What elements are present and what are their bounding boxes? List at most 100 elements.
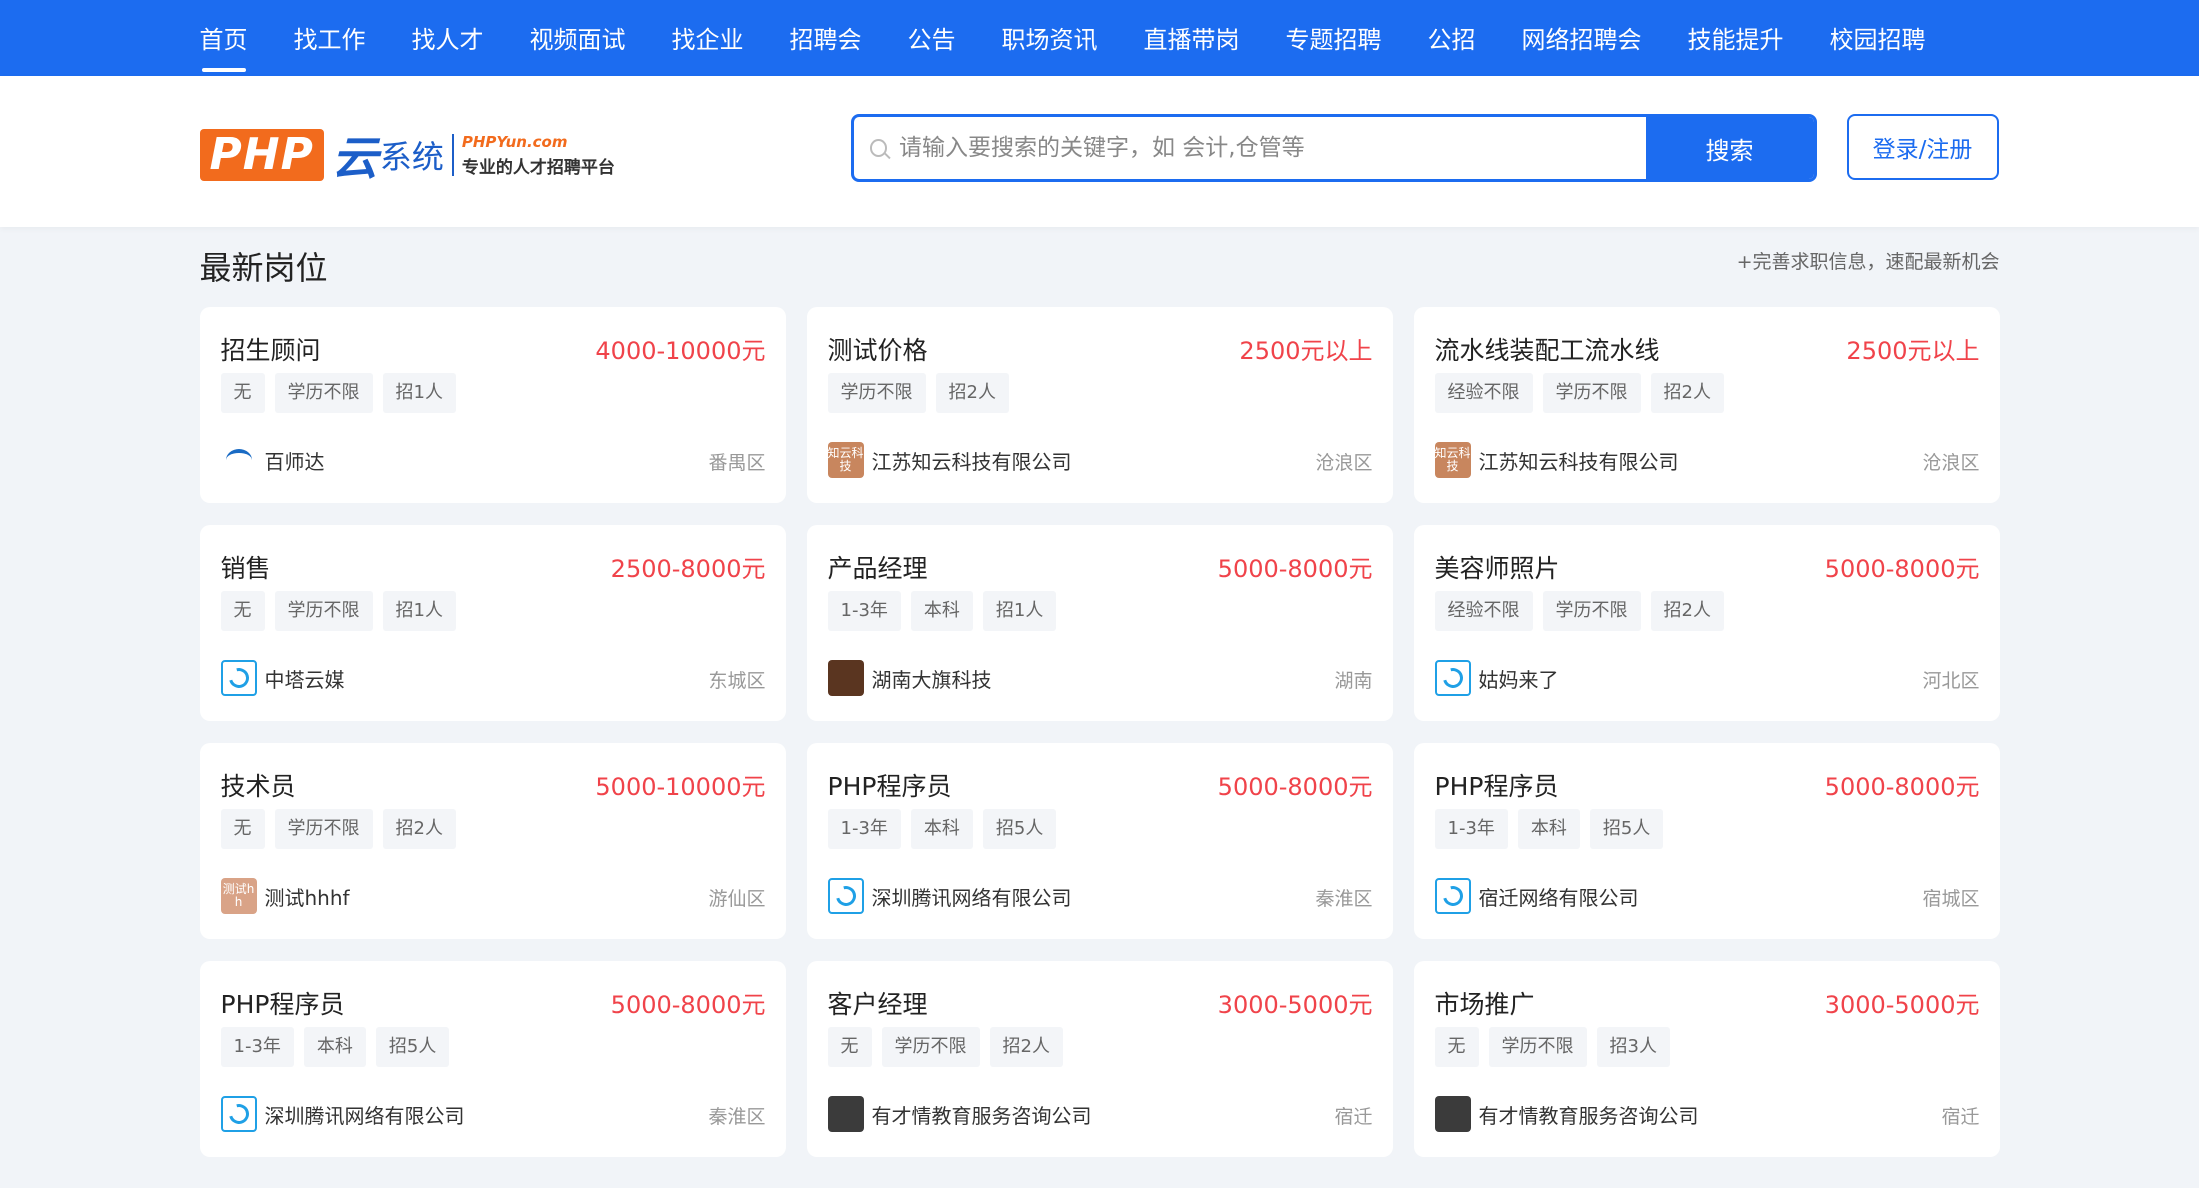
company-name[interactable]: 中塔云媒 xyxy=(265,664,345,693)
improve-profile-link[interactable]: +完善求职信息，速配最新机会 xyxy=(1737,247,2000,274)
company-name[interactable]: 湖南大旗科技 xyxy=(872,664,992,693)
nav-item-4[interactable]: 找企业 xyxy=(672,0,744,76)
nav-item-7[interactable]: 职场资讯 xyxy=(1002,0,1098,76)
job-title[interactable]: 招生顾问 xyxy=(221,331,321,367)
company-info[interactable]: 湖南大旗科技 xyxy=(827,660,992,696)
job-salary: 2500元以上 xyxy=(1846,337,1980,365)
logo-tagline: PHPYun.com 专业的人才招聘平台 xyxy=(462,133,615,178)
job-card[interactable]: PHP程序员 5000-8000元 1-3年 本科 招5人 深圳腾讯网络有限公司 秦淮区 xyxy=(199,961,786,1157)
company-name[interactable]: 宿迁网络有限公司 xyxy=(1479,882,1639,911)
job-card[interactable]: PHP程序员 5000-8000元 1-3年 本科 招5人 深圳腾讯网络有限公司 秦淮区 xyxy=(806,743,1393,939)
job-card[interactable]: 测试价格 2500元以上学历不限 招2人知云科技 江苏知云科技有限公司 沧浪区 xyxy=(806,307,1393,503)
company-name[interactable]: 姑妈来了 xyxy=(1479,664,1559,693)
job-title[interactable]: 客户经理 xyxy=(828,985,928,1021)
nav-item-6[interactable]: 公告 xyxy=(908,0,956,76)
job-title[interactable]: 美容师照片 xyxy=(1435,549,1560,585)
nav-item-1[interactable]: 找工作 xyxy=(294,0,366,76)
nav-item-3[interactable]: 视频面试 xyxy=(530,0,626,76)
company-logo-icon xyxy=(827,1096,864,1132)
company-name[interactable]: 测试hhhf xyxy=(265,882,350,911)
job-salary: 3000-5000元 xyxy=(1217,991,1373,1019)
job-salary: 5000-8000元 xyxy=(1217,773,1373,801)
job-card[interactable]: 销售 2500-8000元无学历不限 招1人 中塔云媒 东城区 xyxy=(199,525,786,721)
nav-item-13[interactable]: 校园招聘 xyxy=(1830,0,1926,76)
job-title[interactable]: PHP程序员 xyxy=(1435,767,1559,803)
job-tag: 本科 xyxy=(910,591,973,631)
company-name[interactable]: 深圳腾讯网络有限公司 xyxy=(872,882,1072,911)
job-tags: 1-3年 本科 招5人 xyxy=(1434,809,1674,849)
job-area: 宿迁 xyxy=(1334,1106,1373,1128)
job-area: 秦淮区 xyxy=(708,1106,766,1128)
job-card[interactable]: 流水线装配工流水线 2500元以上 经验不限 学历不限 招2人 知云科技 江苏知云科技有限公… xyxy=(1413,307,2000,503)
company-info[interactable]: 深圳腾讯网络有限公司 xyxy=(220,1096,465,1132)
section-title: 最新岗位 xyxy=(199,249,328,287)
search-input[interactable] xyxy=(898,135,1646,161)
job-title[interactable]: 流水线装配工流水线 xyxy=(1435,331,1660,367)
job-tag: 本科 xyxy=(303,1027,366,1067)
job-title[interactable]: PHP程序员 xyxy=(828,767,952,803)
job-title[interactable]: 市场推广 xyxy=(1435,985,1535,1021)
company-name[interactable]: 江苏知云科技有限公司 xyxy=(1479,446,1679,475)
company-info[interactable]: 宿迁网络有限公司 xyxy=(1434,878,1639,914)
job-tag: 无 xyxy=(220,809,265,849)
login-register-button[interactable]: 登录/注册 xyxy=(1846,114,1999,180)
company-info[interactable]: 有才情教育服务咨询公司 xyxy=(827,1096,1092,1132)
job-title[interactable]: 销售 xyxy=(221,549,271,585)
job-tags: 无学历不限 招2人 xyxy=(827,1027,1073,1067)
company-info[interactable]: 中塔云媒 xyxy=(220,660,345,696)
search-icon xyxy=(869,139,887,157)
company-name[interactable]: 深圳腾讯网络有限公司 xyxy=(265,1100,465,1129)
job-tags: 1-3年 本科 招1人 xyxy=(827,591,1067,631)
logo-divider xyxy=(451,134,454,176)
company-logo-icon: 知云科技 xyxy=(1434,442,1471,478)
company-info[interactable]: 百师达 xyxy=(220,442,325,478)
company-name[interactable]: 有才情教育服务咨询公司 xyxy=(872,1100,1092,1129)
search-button[interactable]: 搜索 xyxy=(1645,117,1814,179)
job-card[interactable]: PHP程序员 5000-8000元 1-3年 本科 招5人 宿迁网络有限公司 宿城区 xyxy=(1413,743,2000,939)
job-tag: 学历不限 xyxy=(1542,373,1641,413)
job-tag: 学历不限 xyxy=(1488,1027,1587,1067)
job-tag: 学历不限 xyxy=(274,809,373,849)
job-tag: 招2人 xyxy=(1650,591,1724,631)
job-tag: 招2人 xyxy=(935,373,1009,413)
job-card[interactable]: 技术员 5000-10000元无学历不限 招2人 测试h h 测试hhhf 游仙区 xyxy=(199,743,786,939)
company-name[interactable]: 有才情教育服务咨询公司 xyxy=(1479,1100,1699,1129)
job-card[interactable]: 美容师照片 5000-8000元 经验不限 学历不限 招2人 姑妈来了 河北区 xyxy=(1413,525,2000,721)
nav-item-9[interactable]: 专题招聘 xyxy=(1286,0,1382,76)
job-salary: 2500元以上 xyxy=(1239,337,1373,365)
nav-item-0[interactable]: 首页 xyxy=(200,0,248,76)
job-tags: 学历不限 招2人 xyxy=(827,373,1019,413)
logo-yun-text: 云 xyxy=(331,131,378,185)
job-card[interactable]: 市场推广 3000-5000元无学历不限 招3人 有才情教育服务咨询公司 宿迁 xyxy=(1413,961,2000,1157)
job-area: 沧浪区 xyxy=(1315,452,1373,474)
job-card[interactable]: 招生顾问 4000-10000元无学历不限 招1人 百师达 番禺区 xyxy=(199,307,786,503)
nav-item-5[interactable]: 招聘会 xyxy=(790,0,862,76)
company-info[interactable]: 有才情教育服务咨询公司 xyxy=(1434,1096,1699,1132)
nav-item-2[interactable]: 找人才 xyxy=(412,0,484,76)
nav-item-12[interactable]: 技能提升 xyxy=(1688,0,1784,76)
job-area: 宿迁 xyxy=(1941,1106,1980,1128)
job-title[interactable]: 产品经理 xyxy=(828,549,928,585)
job-title[interactable]: PHP程序员 xyxy=(221,985,345,1021)
company-info[interactable]: 知云科技 江苏知云科技有限公司 xyxy=(827,442,1072,478)
job-card[interactable]: 客户经理 3000-5000元无学历不限 招2人有才情教育服务咨询公司 宿迁 xyxy=(806,961,1393,1157)
job-tags: 无学历不限 招1人 xyxy=(220,373,466,413)
company-info[interactable]: 姑妈来了 xyxy=(1434,660,1559,696)
nav-item-11[interactable]: 网络招聘会 xyxy=(1522,0,1642,76)
job-tag: 无 xyxy=(827,1027,872,1067)
company-logo-icon xyxy=(827,660,864,696)
company-info[interactable]: 深圳腾讯网络有限公司 xyxy=(827,878,1072,914)
site-logo[interactable]: PHP 云 系统 PHPYun.com 专业的人才招聘平台 xyxy=(199,120,615,190)
company-info[interactable]: 知云科技 江苏知云科技有限公司 xyxy=(1434,442,1679,478)
job-title[interactable]: 测试价格 xyxy=(828,331,928,367)
logo-php-text: PHP xyxy=(199,129,324,181)
company-info[interactable]: 测试h h 测试hhhf xyxy=(220,878,350,914)
job-grid: 招生顾问 4000-10000元无学历不限 招1人 百师达 番禺区 测试价格 2500元以上… xyxy=(199,307,2000,1157)
company-name[interactable]: 江苏知云科技有限公司 xyxy=(872,446,1072,475)
job-card[interactable]: 产品经理 5000-8000元 1-3年 本科 招1人 湖南大旗科技 湖南 xyxy=(806,525,1393,721)
nav-item-10[interactable]: 公招 xyxy=(1428,0,1476,76)
nav-item-8[interactable]: 直播带岗 xyxy=(1144,0,1240,76)
job-title[interactable]: 技术员 xyxy=(221,767,296,803)
job-tags: 1-3年 本科 招5人 xyxy=(220,1027,460,1067)
company-name[interactable]: 百师达 xyxy=(265,446,325,475)
